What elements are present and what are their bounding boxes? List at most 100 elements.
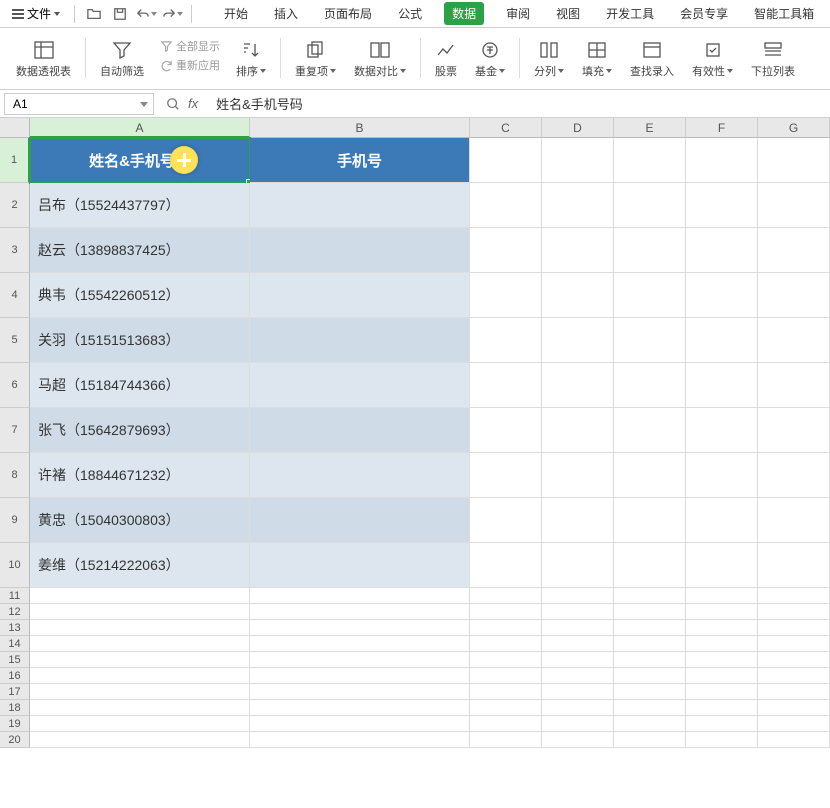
cell[interactable]: [542, 684, 614, 700]
col-header-C[interactable]: C: [470, 118, 542, 138]
cell-E1[interactable]: [614, 138, 686, 183]
cell[interactable]: [470, 700, 542, 716]
cell-C7[interactable]: [470, 408, 542, 453]
cell-C6[interactable]: [470, 363, 542, 408]
cell[interactable]: [686, 588, 758, 604]
cell[interactable]: [614, 668, 686, 684]
cell[interactable]: [470, 668, 542, 684]
name-box[interactable]: A1: [4, 93, 154, 115]
data-compare-button[interactable]: 数据对比: [348, 36, 412, 82]
cell-G2[interactable]: [758, 183, 830, 228]
cell[interactable]: [250, 716, 470, 732]
cell[interactable]: [250, 684, 470, 700]
fill-button[interactable]: 填充: [576, 36, 618, 82]
file-menu[interactable]: 文件: [6, 3, 66, 24]
text-to-columns-button[interactable]: 分列: [528, 36, 570, 82]
cell[interactable]: [542, 668, 614, 684]
cell[interactable]: [30, 636, 250, 652]
cell[interactable]: [758, 700, 830, 716]
cell-F2[interactable]: [686, 183, 758, 228]
cell-C4[interactable]: [470, 273, 542, 318]
cell[interactable]: [686, 636, 758, 652]
cell-A7[interactable]: 张飞（15642879693）: [30, 408, 250, 453]
cell-E9[interactable]: [614, 498, 686, 543]
cell-G9[interactable]: [758, 498, 830, 543]
cell[interactable]: [614, 604, 686, 620]
row-header[interactable]: 14: [0, 636, 30, 652]
row-header[interactable]: 19: [0, 716, 30, 732]
tab-insert[interactable]: 插入: [270, 2, 302, 25]
cell[interactable]: [542, 588, 614, 604]
cell[interactable]: [250, 636, 470, 652]
cell-G6[interactable]: [758, 363, 830, 408]
cell-D10[interactable]: [542, 543, 614, 588]
validity-button[interactable]: 有效性: [686, 36, 739, 82]
cell[interactable]: [686, 604, 758, 620]
cell[interactable]: [758, 588, 830, 604]
col-header-F[interactable]: F: [686, 118, 758, 138]
row-header-6[interactable]: 6: [0, 363, 30, 408]
cell-B4[interactable]: [250, 273, 470, 318]
cell[interactable]: [542, 604, 614, 620]
dropdown-list-button[interactable]: 下拉列表: [745, 36, 801, 82]
cell-D6[interactable]: [542, 363, 614, 408]
cell[interactable]: [686, 716, 758, 732]
formula-input-area[interactable]: fx 姓名&手机号码: [158, 94, 830, 113]
cell-E10[interactable]: [614, 543, 686, 588]
cell[interactable]: [542, 700, 614, 716]
cell-E4[interactable]: [614, 273, 686, 318]
fund-button[interactable]: 基金: [469, 36, 511, 82]
cell[interactable]: [470, 620, 542, 636]
open-button[interactable]: [83, 3, 105, 25]
cell-F4[interactable]: [686, 273, 758, 318]
cell[interactable]: [758, 620, 830, 636]
cell-A1[interactable]: 姓名&手机号码: [30, 138, 250, 183]
cell[interactable]: [686, 652, 758, 668]
cell-A3[interactable]: 赵云（13898837425）: [30, 228, 250, 273]
cell-G4[interactable]: [758, 273, 830, 318]
cell-B10[interactable]: [250, 543, 470, 588]
tab-layout[interactable]: 页面布局: [320, 2, 376, 25]
row-header[interactable]: 15: [0, 652, 30, 668]
cell-B3[interactable]: [250, 228, 470, 273]
cell-F9[interactable]: [686, 498, 758, 543]
cell-G8[interactable]: [758, 453, 830, 498]
cell[interactable]: [614, 684, 686, 700]
undo-button[interactable]: [135, 3, 157, 25]
cell-B1[interactable]: 手机号: [250, 138, 470, 183]
cell-C3[interactable]: [470, 228, 542, 273]
cell[interactable]: [30, 684, 250, 700]
tab-smart[interactable]: 智能工具箱: [750, 2, 818, 25]
cell[interactable]: [250, 732, 470, 748]
cell-F1[interactable]: [686, 138, 758, 183]
cell[interactable]: [30, 716, 250, 732]
row-header[interactable]: 17: [0, 684, 30, 700]
tab-start[interactable]: 开始: [220, 2, 252, 25]
cell[interactable]: [30, 700, 250, 716]
cell[interactable]: [250, 620, 470, 636]
cell-D8[interactable]: [542, 453, 614, 498]
pivot-table-button[interactable]: 数据透视表: [10, 36, 77, 82]
row-header[interactable]: 12: [0, 604, 30, 620]
cell[interactable]: [686, 668, 758, 684]
cell[interactable]: [30, 588, 250, 604]
cell-E2[interactable]: [614, 183, 686, 228]
cell-E5[interactable]: [614, 318, 686, 363]
row-header-5[interactable]: 5: [0, 318, 30, 363]
cell-G5[interactable]: [758, 318, 830, 363]
cell-C9[interactable]: [470, 498, 542, 543]
row-header-10[interactable]: 10: [0, 543, 30, 588]
cell-E6[interactable]: [614, 363, 686, 408]
cell[interactable]: [30, 668, 250, 684]
cell[interactable]: [758, 668, 830, 684]
cell-F6[interactable]: [686, 363, 758, 408]
cell[interactable]: [30, 732, 250, 748]
col-header-G[interactable]: G: [758, 118, 830, 138]
col-header-D[interactable]: D: [542, 118, 614, 138]
cell[interactable]: [470, 636, 542, 652]
cell-B5[interactable]: [250, 318, 470, 363]
cell[interactable]: [470, 604, 542, 620]
col-header-B[interactable]: B: [250, 118, 470, 138]
row-header[interactable]: 20: [0, 732, 30, 748]
cell[interactable]: [470, 652, 542, 668]
